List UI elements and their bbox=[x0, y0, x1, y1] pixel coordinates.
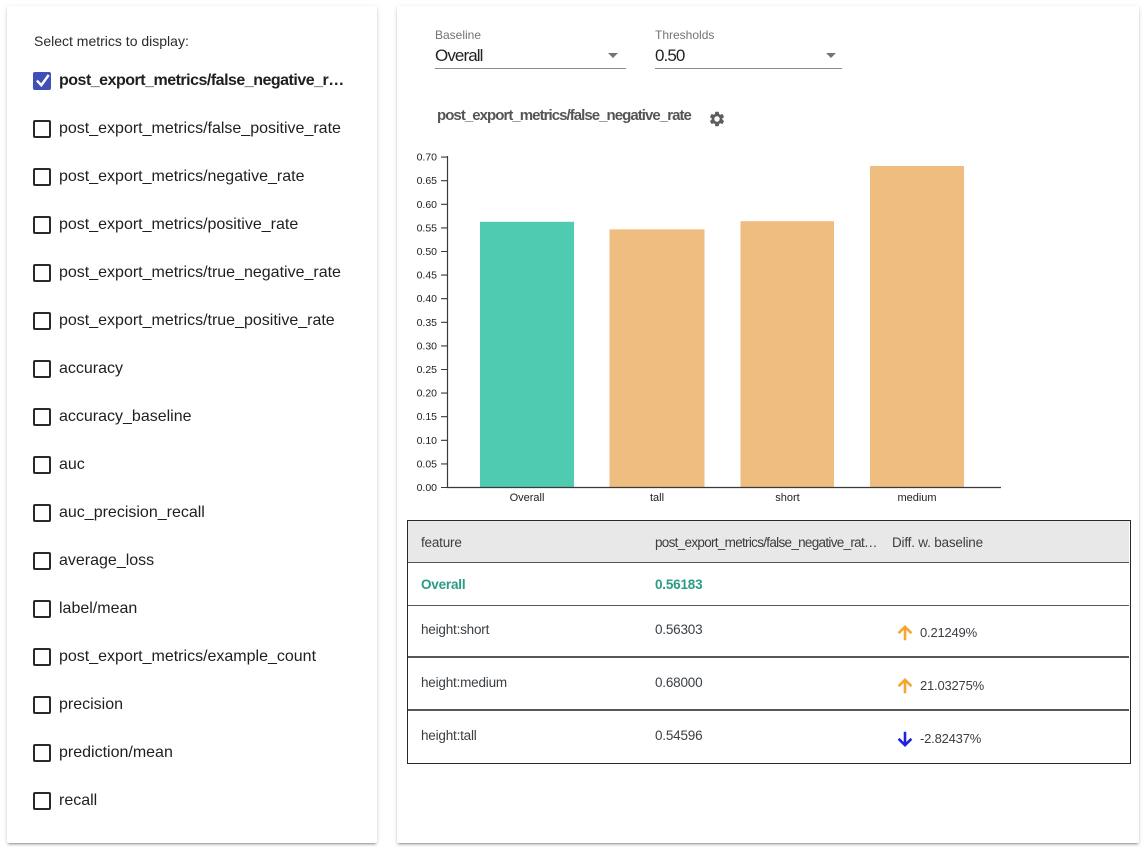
svg-text:0.45: 0.45 bbox=[417, 270, 438, 282]
svg-text:medium: medium bbox=[897, 492, 936, 504]
svg-text:0.15: 0.15 bbox=[417, 411, 438, 423]
svg-text:0.55: 0.55 bbox=[417, 222, 438, 234]
svg-text:short: short bbox=[775, 492, 799, 504]
svg-text:0.35: 0.35 bbox=[417, 317, 438, 329]
svg-text:0.50: 0.50 bbox=[417, 246, 438, 258]
svg-text:0.60: 0.60 bbox=[417, 199, 438, 211]
svg-text:0.40: 0.40 bbox=[417, 293, 438, 305]
svg-text:0.05: 0.05 bbox=[417, 458, 438, 470]
svg-text:0.25: 0.25 bbox=[417, 364, 438, 376]
svg-text:0.70: 0.70 bbox=[417, 152, 438, 164]
svg-text:Overall: Overall bbox=[510, 492, 545, 504]
svg-text:0.30: 0.30 bbox=[417, 340, 438, 352]
svg-text:tall: tall bbox=[650, 492, 664, 504]
svg-text:0.65: 0.65 bbox=[417, 175, 438, 187]
svg-text:0.10: 0.10 bbox=[417, 435, 438, 447]
svg-text:0.00: 0.00 bbox=[417, 482, 438, 494]
svg-text:0.20: 0.20 bbox=[417, 388, 438, 400]
